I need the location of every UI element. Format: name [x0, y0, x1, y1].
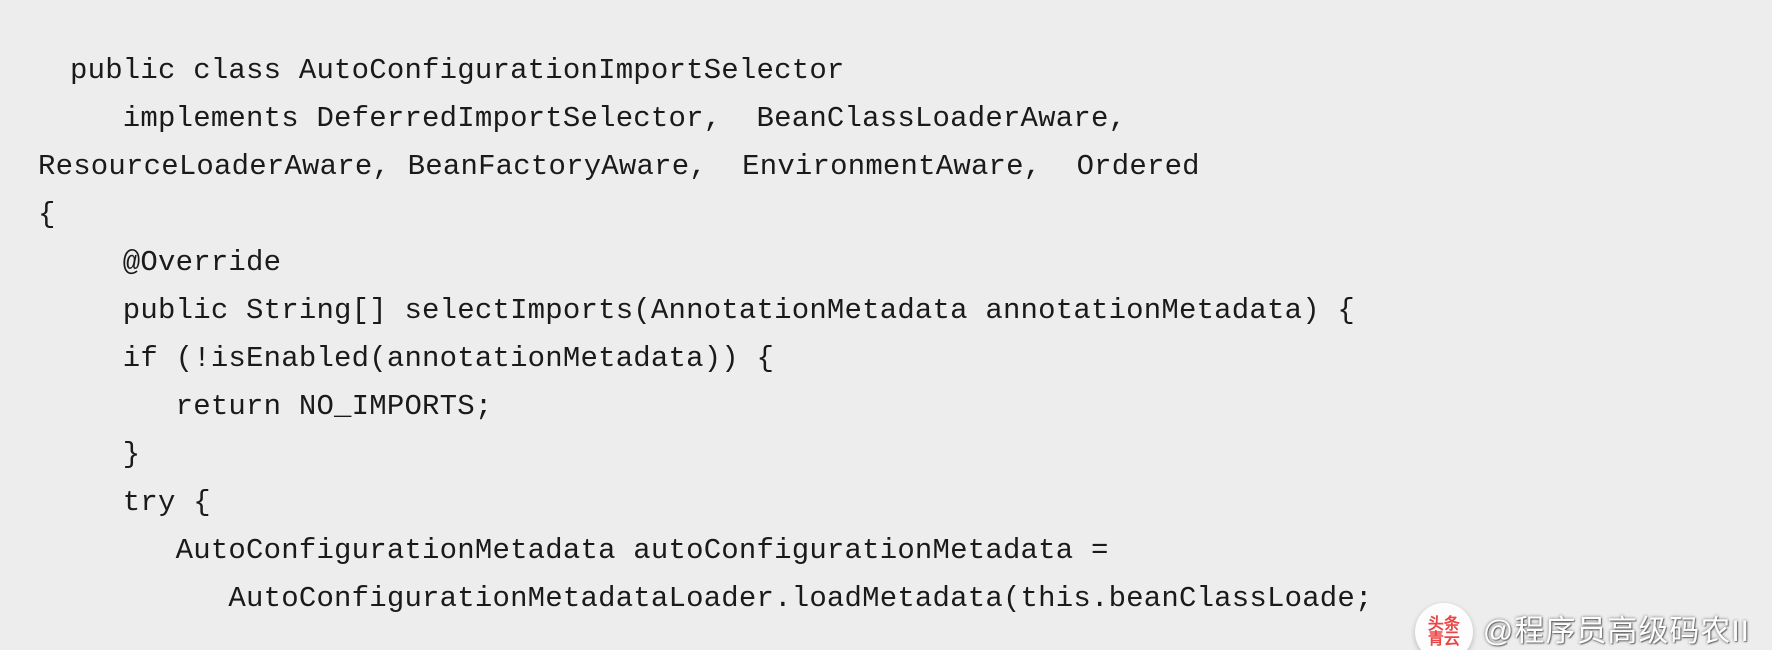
code-line: if (!isEnabled(annotationMetadata)) { — [70, 342, 774, 375]
code-line: return NO_IMPORTS; — [70, 390, 492, 423]
code-line: AutoConfigurationMetadataLoader.loadMeta… — [70, 582, 1373, 615]
code-line: implements DeferredImportSelector, BeanC… — [70, 102, 1126, 135]
code-line: public class AutoConfigurationImportSele… — [70, 54, 845, 87]
code-line: try { — [70, 486, 211, 519]
code-line: { — [38, 198, 56, 231]
code-line: } — [70, 438, 140, 471]
code-line: public String[] selectImports(Annotation… — [70, 294, 1355, 327]
code-line: ResourceLoaderAware, BeanFactoryAware, E… — [38, 150, 1200, 183]
code-line: AutoConfigurationMetadata autoConfigurat… — [70, 534, 1109, 567]
code-block: public class AutoConfigurationImportSele… — [0, 29, 1772, 623]
code-line: @Override — [70, 246, 281, 279]
watermark-badge-bottom: 青云 — [1428, 631, 1460, 648]
